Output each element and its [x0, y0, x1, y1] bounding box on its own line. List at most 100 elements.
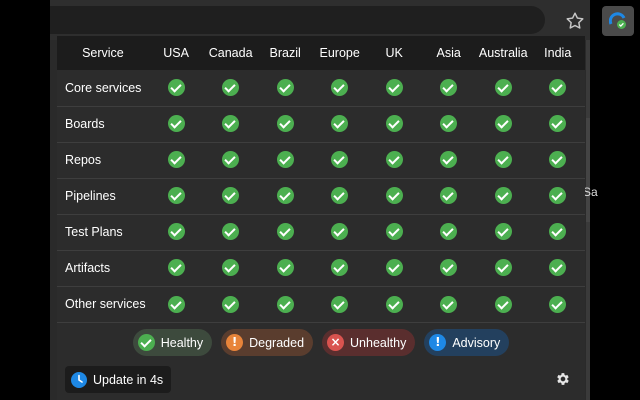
healthy-check-icon[interactable]	[276, 115, 294, 133]
healthy-check-icon[interactable]	[276, 151, 294, 169]
healthy-check-icon[interactable]	[385, 295, 403, 313]
healthy-check-icon[interactable]	[331, 151, 349, 169]
healthy-check-icon[interactable]	[276, 259, 294, 277]
healthy-check-icon[interactable]	[440, 259, 458, 277]
healthy-check-icon[interactable]	[385, 79, 403, 97]
status-cell	[530, 70, 585, 106]
healthy-check-icon[interactable]	[440, 295, 458, 313]
healthy-check-icon[interactable]	[167, 79, 185, 97]
healthy-check-icon[interactable]	[222, 295, 240, 313]
healthy-check-icon[interactable]	[222, 223, 240, 241]
healthy-check-icon[interactable]	[549, 187, 567, 205]
status-cell	[421, 70, 476, 106]
background-text-fragment: Sa	[583, 185, 598, 199]
healthy-check-icon[interactable]	[549, 115, 567, 133]
healthy-check-icon[interactable]	[331, 79, 349, 97]
table-row: Pipelines	[57, 178, 585, 214]
healthy-check-icon[interactable]	[167, 115, 185, 133]
status-cell	[312, 106, 367, 142]
healthy-check-icon[interactable]	[385, 259, 403, 277]
healthy-check-icon[interactable]	[331, 223, 349, 241]
legend-degraded: ! Degraded	[221, 329, 314, 356]
table-row: Repos	[57, 142, 585, 178]
healthy-check-icon[interactable]	[167, 259, 185, 277]
gear-icon[interactable]	[555, 371, 571, 387]
healthy-check-icon[interactable]	[167, 151, 185, 169]
healthy-check-icon[interactable]	[222, 187, 240, 205]
status-cell	[476, 250, 531, 286]
status-cell	[312, 178, 367, 214]
healthy-check-icon[interactable]	[222, 115, 240, 133]
healthy-check-icon[interactable]	[440, 187, 458, 205]
address-bar[interactable]	[50, 6, 545, 34]
healthy-check-icon[interactable]	[331, 115, 349, 133]
healthy-check-icon[interactable]	[494, 115, 512, 133]
healthy-check-icon	[137, 334, 155, 351]
healthy-check-icon[interactable]	[385, 151, 403, 169]
healthy-check-icon[interactable]	[440, 115, 458, 133]
healthy-check-icon[interactable]	[222, 259, 240, 277]
status-cell	[203, 142, 258, 178]
column-header-service: Service	[82, 46, 124, 60]
status-cell	[367, 142, 422, 178]
status-cell	[258, 106, 313, 142]
healthy-check-icon[interactable]	[276, 223, 294, 241]
browser-toolbar	[50, 0, 634, 40]
healthy-check-icon[interactable]	[549, 259, 567, 277]
healthy-check-icon[interactable]	[494, 187, 512, 205]
healthy-check-icon[interactable]	[385, 187, 403, 205]
healthy-check-icon[interactable]	[494, 259, 512, 277]
healthy-check-icon[interactable]	[549, 79, 567, 97]
star-icon[interactable]	[564, 10, 586, 32]
azure-devops-status-icon	[609, 12, 626, 29]
healthy-check-icon[interactable]	[385, 223, 403, 241]
healthy-check-icon[interactable]	[440, 79, 458, 97]
extension-button[interactable]	[602, 6, 634, 36]
status-cell	[476, 142, 531, 178]
status-cell	[312, 214, 367, 250]
healthy-check-icon[interactable]	[222, 151, 240, 169]
status-cell	[421, 142, 476, 178]
healthy-check-icon[interactable]	[331, 259, 349, 277]
status-cell	[149, 214, 204, 250]
service-name: Repos	[65, 153, 102, 167]
status-cell	[367, 70, 422, 106]
table-row: Artifacts	[57, 250, 585, 286]
healthy-check-icon[interactable]	[276, 79, 294, 97]
status-cell	[530, 286, 585, 322]
healthy-check-icon[interactable]	[331, 295, 349, 313]
healthy-check-icon[interactable]	[167, 223, 185, 241]
status-cell	[476, 286, 531, 322]
healthy-check-icon[interactable]	[385, 115, 403, 133]
status-cell	[530, 106, 585, 142]
healthy-check-icon[interactable]	[440, 151, 458, 169]
status-table: Service USA Canada Brazil Europe UK Asia Austra…	[57, 36, 585, 322]
healthy-check-icon[interactable]	[549, 223, 567, 241]
status-cell	[530, 214, 585, 250]
healthy-check-icon[interactable]	[494, 151, 512, 169]
healthy-check-icon[interactable]	[494, 223, 512, 241]
status-cell	[367, 178, 422, 214]
status-cell	[149, 142, 204, 178]
healthy-check-icon[interactable]	[222, 79, 240, 97]
healthy-check-icon[interactable]	[549, 151, 567, 169]
healthy-check-icon[interactable]	[440, 223, 458, 241]
update-button[interactable]: Update in 4s	[65, 366, 172, 393]
status-cell	[476, 178, 531, 214]
service-name: Artifacts	[65, 261, 111, 275]
status-cell	[203, 250, 258, 286]
healthy-check-icon[interactable]	[276, 295, 294, 313]
healthy-check-icon[interactable]	[331, 187, 349, 205]
table-row: Core services	[57, 70, 585, 106]
healthy-check-icon[interactable]	[167, 295, 185, 313]
status-popup: Service USA Canada Brazil Europe UK Asia Austra…	[57, 36, 585, 400]
status-cell	[530, 142, 585, 178]
legend-advisory-label: Advisory	[452, 335, 501, 350]
healthy-check-icon[interactable]	[549, 295, 567, 313]
healthy-check-icon[interactable]	[167, 187, 185, 205]
healthy-check-icon[interactable]	[494, 79, 512, 97]
table-row: Other services	[57, 286, 585, 322]
degraded-warning-icon: !	[226, 334, 244, 351]
healthy-check-icon[interactable]	[276, 187, 294, 205]
healthy-check-icon[interactable]	[494, 295, 512, 313]
